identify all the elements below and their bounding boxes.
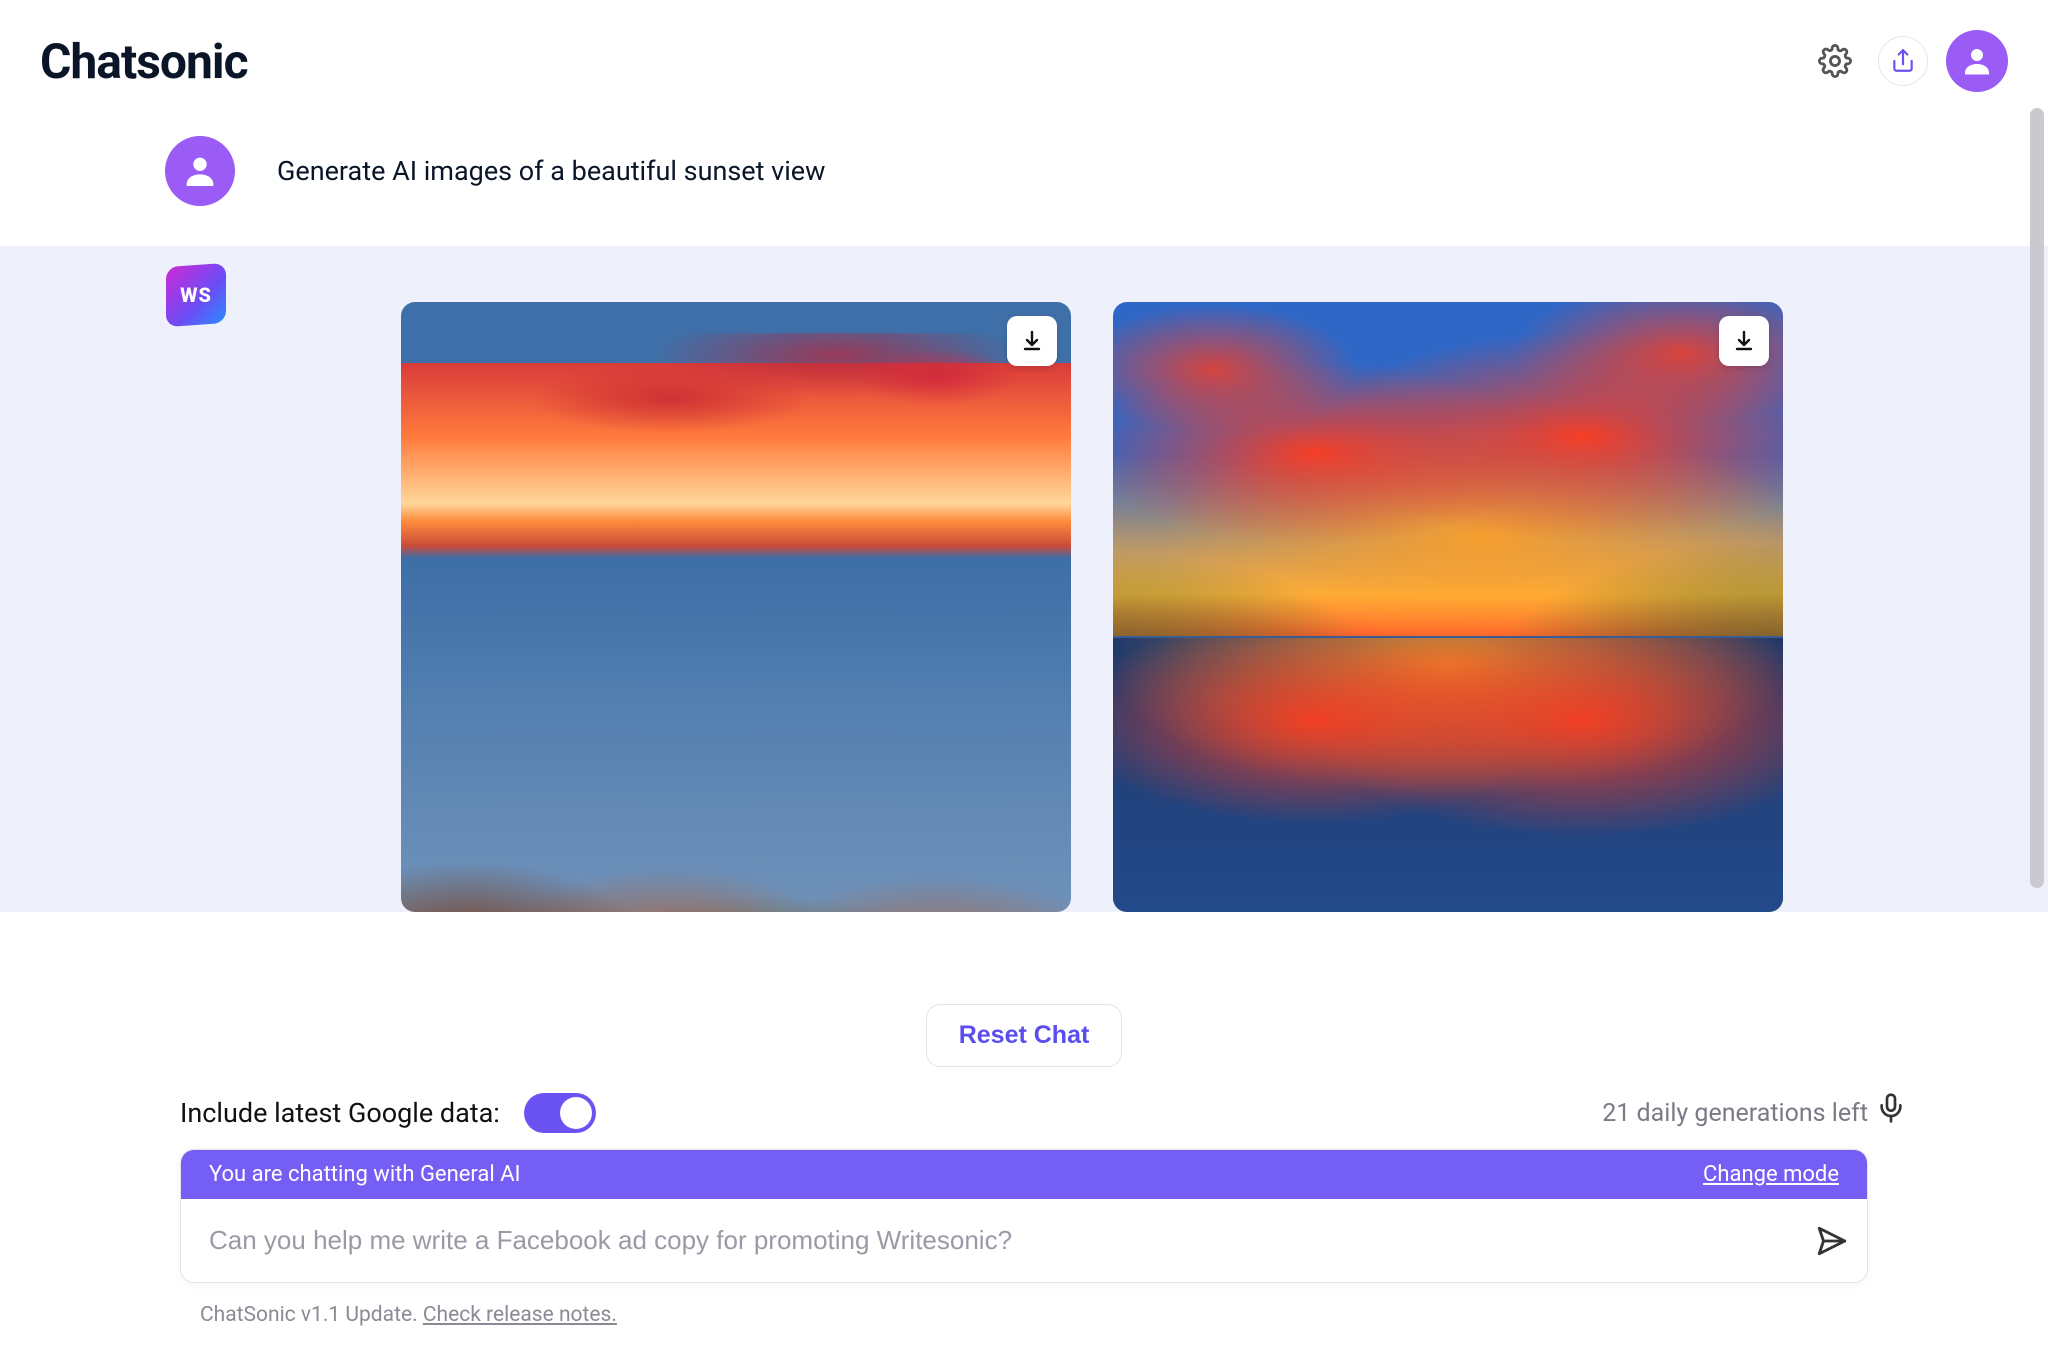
bottom-panel: Reset Chat Include latest Google data: 2… — [0, 980, 2048, 1357]
microphone-icon — [1875, 1092, 1907, 1124]
change-mode-link[interactable]: Change mode — [1703, 1162, 1839, 1187]
app-logo: Chatsonic — [40, 33, 248, 90]
footer-note: ChatSonic v1.1 Update. Check release not… — [0, 1283, 2048, 1327]
share-icon — [1890, 48, 1916, 74]
profile-avatar[interactable] — [1946, 30, 2008, 92]
header: Chatsonic — [0, 0, 2048, 112]
release-notes-link[interactable]: Check release notes. — [423, 1303, 617, 1327]
bot-message-row: WS — [0, 246, 2048, 912]
user-avatar — [165, 136, 235, 206]
response-area: WS — [0, 246, 2048, 934]
send-button[interactable] — [1797, 1206, 1867, 1276]
microphone-button[interactable] — [1866, 1083, 1916, 1133]
generated-image-1[interactable] — [401, 302, 1071, 912]
settings-button[interactable] — [1810, 36, 1860, 86]
chat-input-block: You are chatting with General AI Change … — [180, 1149, 1868, 1283]
google-data-toggle[interactable] — [524, 1093, 596, 1133]
generated-image-2[interactable] — [1113, 302, 1783, 912]
bot-avatar-label: WS — [166, 265, 226, 325]
gear-icon — [1818, 44, 1852, 78]
mode-bar: You are chatting with General AI Change … — [181, 1150, 1867, 1199]
send-icon — [1815, 1224, 1849, 1258]
download-icon — [1732, 329, 1756, 353]
download-image-2-button[interactable] — [1719, 316, 1769, 366]
mode-bar-text: You are chatting with General AI — [209, 1162, 521, 1187]
download-image-1-button[interactable] — [1007, 316, 1057, 366]
user-message-row: Generate AI images of a beautiful sunset… — [0, 112, 2048, 246]
scrollbar[interactable] — [2030, 108, 2044, 888]
generations-left-label: 21 daily generations left — [1602, 1099, 1868, 1128]
bot-avatar: WS — [165, 264, 227, 326]
person-icon — [180, 151, 220, 191]
google-data-label: Include latest Google data: — [180, 1097, 500, 1129]
user-message-text: Generate AI images of a beautiful sunset… — [277, 155, 825, 187]
footer-update-text: ChatSonic v1.1 Update. — [200, 1303, 423, 1327]
header-actions — [1810, 30, 2008, 92]
generated-images-row — [165, 274, 2008, 912]
download-icon — [1020, 329, 1044, 353]
reset-chat-button[interactable]: Reset Chat — [926, 1004, 1123, 1067]
chat-input[interactable] — [181, 1199, 1797, 1282]
person-icon — [1959, 43, 1995, 79]
share-button[interactable] — [1878, 36, 1928, 86]
google-data-toggle-row: Include latest Google data: — [180, 1093, 596, 1133]
